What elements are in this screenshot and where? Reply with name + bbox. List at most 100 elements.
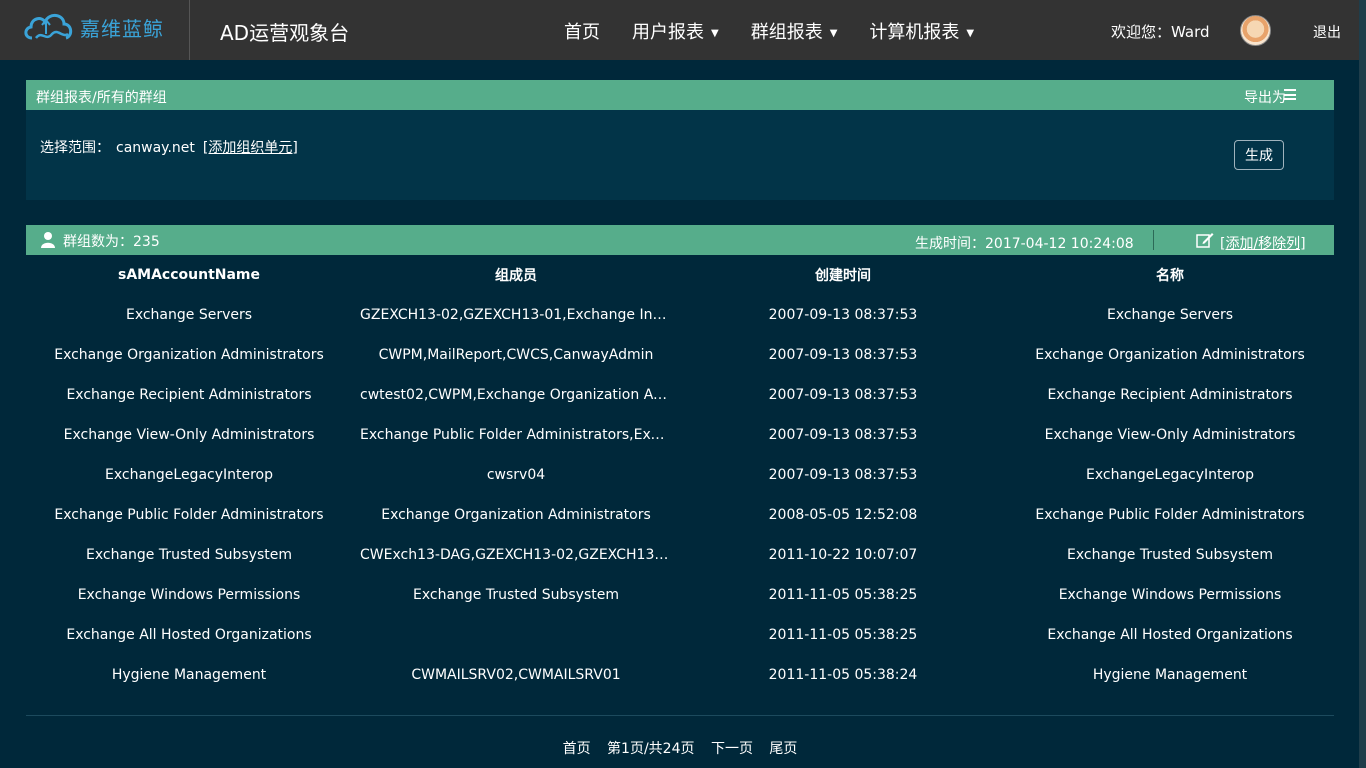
column-header-samaccountname[interactable]: sAMAccountName (26, 255, 352, 295)
cell-name: Exchange Servers (1106, 307, 1234, 323)
cell-name: Hygiene Management (1092, 667, 1248, 683)
header-divider (1153, 230, 1154, 250)
nav-item-home[interactable]: 首页 (564, 18, 600, 44)
cell-name: Exchange Recipient Administrators (1047, 387, 1293, 403)
pager-divider (26, 715, 1334, 716)
cell-name: Exchange Public Folder Administrators (1035, 507, 1305, 523)
nav-item-computer-reports[interactable]: 计算机报表 ▼ (869, 18, 974, 44)
cell-samaccountname: ExchangeLegacyInterop (104, 467, 274, 483)
cloud-logo-icon (24, 14, 73, 40)
brand-divider (189, 0, 190, 60)
groups-table-area: sAMAccountName 组成员 创建时间 名称 Exchange Serv… (26, 255, 1334, 768)
nav-item-user-reports[interactable]: 用户报表 ▼ (632, 18, 719, 44)
cell-created-time: 2007-09-13 08:37:53 (768, 387, 918, 403)
cell-created-time: 2007-09-13 08:37:53 (768, 427, 918, 443)
cell-samaccountname: Hygiene Management (111, 667, 267, 683)
pager-first-link[interactable]: 首页 (563, 741, 591, 757)
cell-name: Exchange Organization Administrators (1035, 347, 1305, 363)
add-remove-columns-link[interactable]: [添加/移除列] (1220, 233, 1306, 253)
logo-text: 嘉维蓝鲸 (80, 16, 164, 41)
caret-down-icon: ▼ (966, 27, 975, 39)
cell-name: Exchange View-Only Administrators (1044, 427, 1296, 443)
nav-item-label: 首页 (564, 22, 600, 43)
add-ou-link[interactable]: [添加组织单元] (203, 140, 298, 156)
table-row[interactable]: Exchange Recipient Administrators cwtest0… (26, 375, 1334, 415)
cell-samaccountname: Exchange Recipient Administrators (66, 387, 312, 403)
result-panel-header: 群组数为：235 生成时间：2017-04-12 10:24:08 [添加/移除… (26, 225, 1334, 255)
cell-created-time: 2007-09-13 08:37:53 (768, 467, 918, 483)
cell-created-time: 2011-11-05 05:38:24 (768, 667, 918, 683)
cell-members (352, 615, 680, 655)
cell-members: CWMAILSRV02,CWMAILSRV01 (411, 667, 621, 683)
scope-value: canway.net (116, 140, 195, 156)
pager-last-link[interactable]: 尾页 (769, 741, 797, 757)
generate-button[interactable]: 生成 (1234, 140, 1284, 170)
nav-item-label: 计算机报表 (869, 22, 960, 43)
edit-icon[interactable] (1196, 232, 1214, 248)
cell-members: Exchange Trusted Subsystem (413, 587, 619, 603)
cell-samaccountname: Exchange All Hosted Organizations (66, 627, 312, 643)
cell-samaccountname: Exchange Windows Permissions (77, 587, 301, 603)
groups-table: sAMAccountName 组成员 创建时间 名称 Exchange Serv… (26, 255, 1334, 695)
cell-members: cwtest02,CWPM,Exchange Organization Admi… (360, 387, 680, 403)
cell-created-time: 2011-11-05 05:38:25 (768, 627, 918, 643)
breadcrumb: 群组报表/所有的群组 (36, 90, 167, 106)
cell-samaccountname: Exchange Servers (125, 307, 253, 323)
cell-name: Exchange All Hosted Organizations (1047, 627, 1293, 643)
generated-time: 生成时间：2017-04-12 10:24:08 (915, 236, 1134, 252)
column-header-members[interactable]: 组成员 (352, 255, 680, 295)
cell-created-time: 2007-09-13 08:37:53 (768, 347, 918, 363)
cell-members: cwsrv04 (486, 467, 546, 483)
table-row[interactable]: Hygiene Management CWMAILSRV02,CWMAILSRV0… (26, 655, 1334, 695)
table-row[interactable]: Exchange All Hosted Organizations 2011-11… (26, 615, 1334, 655)
table-row[interactable]: Exchange Servers GZEXCH13-02,GZEXCH13-01,… (26, 295, 1334, 335)
cell-samaccountname: Exchange Trusted Subsystem (86, 547, 292, 563)
cell-created-time: 2008-05-05 12:52:08 (768, 507, 918, 523)
cell-members: Exchange Organization Administrators (381, 507, 651, 523)
logout-link[interactable]: 退出 (1313, 22, 1341, 42)
table-header-row: sAMAccountName 组成员 创建时间 名称 (26, 255, 1334, 295)
cell-created-time: 2011-10-22 10:07:07 (768, 547, 918, 563)
cell-members: CWExch13-DAG,GZEXCH13-02,GZEXCH13-01 (360, 547, 678, 563)
table-row[interactable]: Exchange Windows Permissions Exchange Tru… (26, 575, 1334, 615)
table-row[interactable]: Exchange Public Folder Administrators Exc… (26, 495, 1334, 535)
pager-next-link[interactable]: 下一页 (711, 741, 753, 757)
menu-icon[interactable] (1284, 89, 1296, 100)
filter-panel-header: 群组报表/所有的群组 导出为 (26, 80, 1334, 110)
column-header-name[interactable]: 名称 (1006, 255, 1334, 295)
nav-item-group-reports[interactable]: 群组报表 ▼ (751, 18, 838, 44)
welcome-text: 欢迎您：Ward (1111, 23, 1210, 41)
table-row[interactable]: Exchange Organization Administrators CWPM… (26, 335, 1334, 375)
cell-name: Exchange Trusted Subsystem (1067, 547, 1273, 563)
cell-created-time: 2007-09-13 08:37:53 (768, 307, 918, 323)
user-icon (41, 232, 55, 248)
cell-samaccountname: Exchange View-Only Administrators (63, 427, 315, 443)
table-row[interactable]: ExchangeLegacyInterop cwsrv04 2007-09-13 0… (26, 455, 1334, 495)
cell-created-time: 2011-11-05 05:38:25 (768, 587, 918, 603)
scrollbar[interactable] (1359, 0, 1366, 768)
main-nav: 首页 用户报表 ▼ 群组报表 ▼ 计算机报表 ▼ (564, 18, 1006, 44)
brand-logo[interactable]: 嘉维蓝鲸 (22, 7, 172, 47)
avatar[interactable] (1240, 15, 1271, 46)
table-row[interactable]: Exchange View-Only Administrators Exchang… (26, 415, 1334, 455)
top-navbar: 嘉维蓝鲸 AD运营观象台 首页 用户报表 ▼ 群组报表 ▼ 计算机报表 ▼ 欢迎您：W… (0, 0, 1366, 60)
cell-samaccountname: Exchange Public Folder Administrators (54, 507, 324, 523)
nav-item-label: 用户报表 (632, 22, 704, 43)
export-button[interactable]: 导出为 (1244, 87, 1286, 107)
cell-name: Exchange Windows Permissions (1058, 587, 1282, 603)
filter-panel-body: 选择范围： canway.net [添加组织单元] 生成 (26, 110, 1334, 200)
caret-down-icon: ▼ (829, 27, 838, 39)
column-header-created-time[interactable]: 创建时间 (680, 255, 1006, 295)
scope-label: 选择范围： (40, 140, 110, 156)
cell-samaccountname: Exchange Organization Administrators (54, 347, 324, 363)
table-row[interactable]: Exchange Trusted Subsystem CWExch13-DAG,G… (26, 535, 1334, 575)
app-title: AD运营观象台 (220, 21, 350, 45)
cell-members: Exchange Public Folder Administrators,Ex… (360, 427, 680, 443)
group-count: 群组数为：235 (63, 234, 160, 250)
cell-members: GZEXCH13-02,GZEXCH13-01,Exchange Install… (360, 307, 680, 323)
cell-name: ExchangeLegacyInterop (1085, 467, 1255, 483)
cell-members: CWPM,MailReport,CWCS,CanwayAdmin (378, 347, 654, 363)
caret-down-icon: ▼ (711, 27, 719, 39)
pager-status: 第1页/共24页 (607, 741, 695, 757)
pagination: 首页 第1页/共24页 下一页 尾页 (26, 738, 1334, 758)
